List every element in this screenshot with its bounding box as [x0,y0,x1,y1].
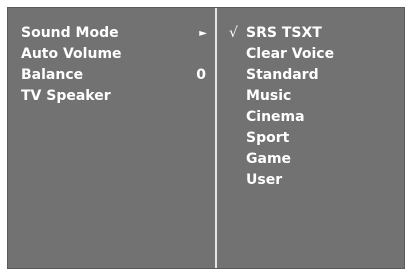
option-label: Cinema [246,109,305,125]
option-clear-voice[interactable]: Clear Voice [229,44,399,65]
menu-item-label: TV Speaker [21,88,111,104]
option-label: Clear Voice [246,46,335,62]
option-label: Sport [246,130,290,146]
menu-item-balance[interactable]: Balance 0 [21,65,207,86]
check-mark-icon: √ [229,25,238,41]
submenu-arrow-icon: ► [199,28,207,39]
option-user[interactable]: User [229,170,399,191]
audio-menu-screen: Sound Mode ► Auto Volume Balance 0 TV Sp… [7,7,405,269]
menu-item-label: Sound Mode [21,25,119,41]
menu-item-sound-mode[interactable]: Sound Mode ► [21,23,207,44]
option-game[interactable]: Game [229,149,399,170]
menu-item-label: Balance [21,67,84,83]
sound-mode-options: √ SRS TSXT Clear Voice Standard Music Ci… [229,23,399,191]
option-sport[interactable]: Sport [229,128,399,149]
menu-item-label: Auto Volume [21,46,122,62]
balance-value: 0 [196,67,206,83]
audio-settings-menu: Sound Mode ► Auto Volume Balance 0 TV Sp… [21,23,207,107]
menu-divider [215,8,217,268]
option-label: User [246,172,283,188]
option-label: Music [246,88,292,104]
option-cinema[interactable]: Cinema [229,107,399,128]
menu-item-auto-volume[interactable]: Auto Volume [21,44,207,65]
option-srs-tsxt[interactable]: √ SRS TSXT [229,23,399,44]
option-label: Standard [246,67,319,83]
option-label: Game [246,151,292,167]
option-standard[interactable]: Standard [229,65,399,86]
option-label: SRS TSXT [246,25,322,41]
option-music[interactable]: Music [229,86,399,107]
menu-item-tv-speaker[interactable]: TV Speaker [21,86,207,107]
